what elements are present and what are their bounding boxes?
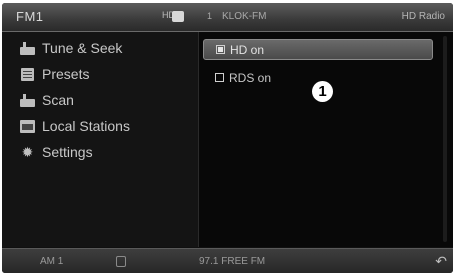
tune-icon [20,41,35,55]
presets-icon [20,67,35,81]
station-name: KLOK-FM [222,11,267,22]
gear-icon: ✹ [21,143,34,160]
menu-item-label: Settings [42,144,93,160]
menu-item-label: Tune & Seek [42,40,123,56]
local-stations-icon [20,119,35,133]
preset-number: 1 [207,11,213,21]
menu-item-scan[interactable]: Scan [20,90,198,110]
scan-icon [20,93,35,107]
menu-item-settings[interactable]: ✹ Settings [20,142,198,162]
frequency-label: 97.1 FREE FM [199,256,266,267]
hd-signal-icon: HD [162,10,184,23]
hd-badge [172,11,184,22]
status-bar: FM1 HD 1 KLOK-FM HD Radio [2,3,453,32]
hd-radio-label: HD Radio [401,11,445,22]
menu-item-local-stations[interactable]: Local Stations [20,116,198,136]
hd-on-label: HD on [230,42,265,57]
menu-item-label: Presets [42,66,90,82]
hd-on-option[interactable]: HD on [203,39,433,60]
rds-checkbox[interactable] [215,73,224,82]
back-icon[interactable]: ↶ [435,253,447,270]
current-station: 1 KLOK-FM [207,11,266,22]
menu-item-label: Local Stations [42,118,130,134]
secondary-band-label: AM 1 [40,256,64,267]
settings-panel: HD on RDS on 1 [199,32,453,247]
bottom-bar: AM 1 97.1 FREE FM ↶ [2,248,453,273]
menu-item-tune-seek[interactable]: Tune & Seek [20,38,198,58]
info-icon [116,256,126,267]
menu-item-presets[interactable]: Presets [20,64,198,84]
radio-screen: FM1 HD 1 KLOK-FM HD Radio Tune & Seek Pre… [2,3,453,273]
menu-panel: Tune & Seek Presets Scan Local Stations … [2,32,198,247]
band-label: FM1 [16,9,44,24]
rds-on-label: RDS on [229,70,272,85]
callout-marker: 1 [312,81,333,102]
hd-checkbox[interactable] [216,45,225,54]
menu-item-label: Scan [42,92,74,108]
scrollbar[interactable] [443,36,447,242]
